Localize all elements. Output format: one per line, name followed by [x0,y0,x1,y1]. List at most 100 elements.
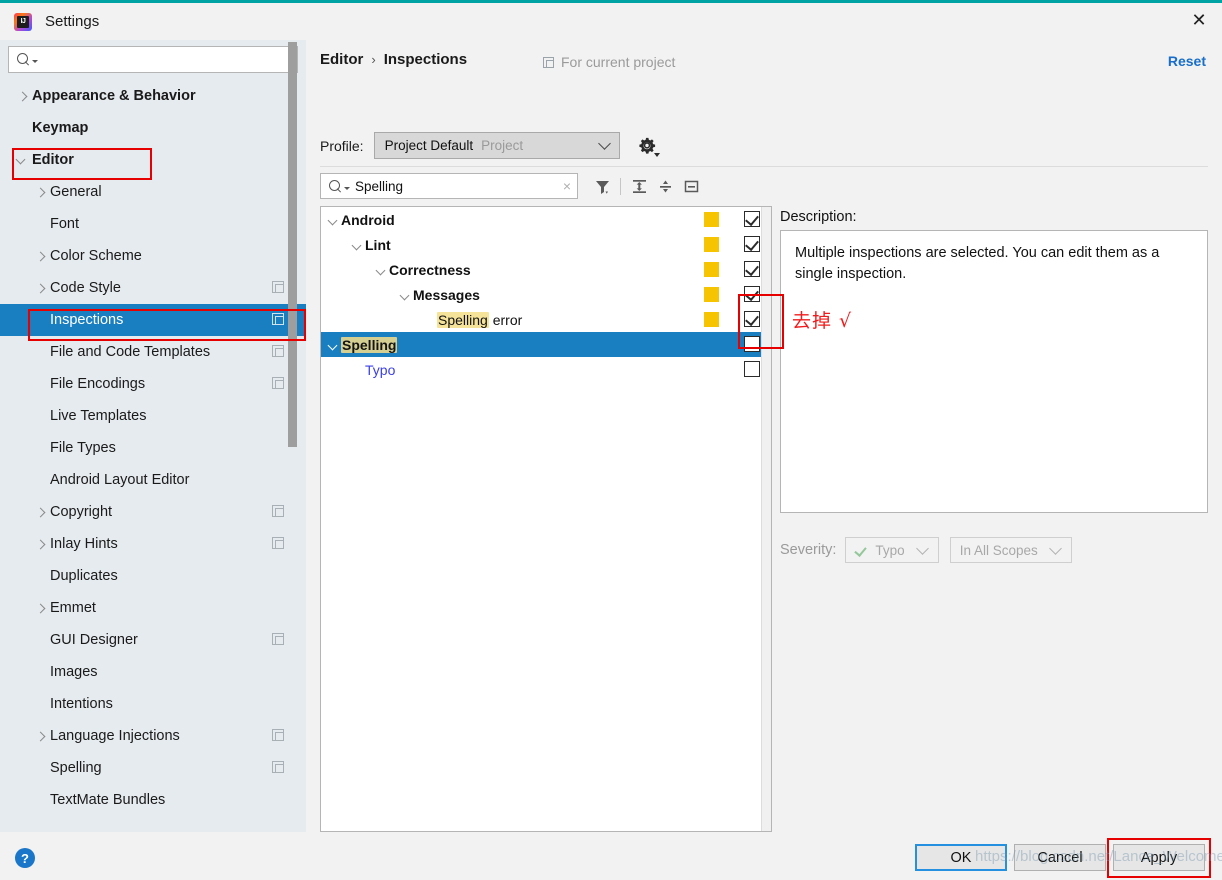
sidebar-item-file-encodings[interactable]: File Encodings [0,368,306,400]
severity-value: Typo [875,543,904,558]
sidebar-item-general[interactable]: General [0,176,306,208]
sidebar-item-label: Spelling [50,760,102,776]
sidebar-item-code-style[interactable]: Code Style [0,272,306,304]
sidebar-item-label: TextMate Bundles [50,792,165,808]
inspection-enabled-checkbox[interactable] [744,311,760,327]
sidebar-item-live-templates[interactable]: Live Templates [0,400,306,432]
breadcrumb-current: Inspections [384,51,467,68]
severity-color-swatch [704,262,719,277]
tree-node-label: Android [341,212,395,228]
sidebar-item-file-and-code-templates[interactable]: File and Code Templates [0,336,306,368]
severity-label: Severity: [780,542,836,558]
ok-button[interactable]: OK [915,844,1007,871]
severity-color-swatch [704,237,719,252]
inspection-tree[interactable]: Android Lint CorrectnessMessages Spelling e… [320,206,772,832]
sidebar-item-label: Live Templates [50,408,146,424]
sidebar-item-spelling[interactable]: Spelling [0,752,306,784]
sidebar-item-duplicates[interactable]: Duplicates [0,560,306,592]
tree-node-android[interactable]: Android [321,207,771,232]
inspection-enabled-checkbox[interactable] [744,361,760,377]
collapse-all-icon[interactable] [652,173,678,199]
gear-icon[interactable] [636,135,658,157]
copy-icon [272,505,284,517]
chevron-down-icon [32,60,38,63]
sidebar-item-emmet[interactable]: Emmet [0,592,306,624]
sidebar-item-intentions[interactable]: Intentions [0,688,306,720]
tree-node-typo[interactable]: Typo [321,357,771,382]
dialog-footer: ? OK Cancel Apply [0,832,1222,880]
sidebar-item-list: Appearance & Behavior Keymap EditorGeneral… [0,80,306,832]
inspection-enabled-checkbox[interactable] [744,261,760,277]
chevron-down-icon [1049,542,1062,555]
tree-node-spelling[interactable]: Spelling [321,332,771,357]
inspection-enabled-checkbox[interactable] [744,211,760,227]
severity-select[interactable]: Typo [845,537,938,563]
minus-box-icon[interactable] [678,173,704,199]
scope-select[interactable]: In All Scopes [950,537,1072,563]
chevron-down-icon [598,137,611,150]
sidebar-item-editor[interactable]: Editor [0,144,306,176]
sidebar-item-appearance-behavior[interactable]: Appearance & Behavior [0,80,306,112]
help-icon[interactable]: ? [15,848,35,868]
tree-node-label: Spelling error [437,312,522,328]
title-bar: IJ Settings ✕ [0,3,1222,40]
inspection-search[interactable]: × [320,173,578,199]
description-text: Multiple inspections are selected. You c… [780,230,1208,513]
sidebar-item-label: File and Code Templates [50,344,210,360]
sidebar-item-label: Appearance & Behavior [32,88,196,104]
close-icon[interactable]: ✕ [1176,3,1222,37]
sidebar-item-language-injections[interactable]: Language Injections [0,720,306,752]
sidebar-scrollbar-track[interactable] [292,40,301,792]
intellij-idea-logo: IJ [14,13,32,31]
sidebar-item-font[interactable]: Font [0,208,306,240]
tree-node-spelling[interactable]: Spelling error [321,307,771,332]
inspection-enabled-checkbox[interactable] [744,236,760,252]
tree-node-correctness[interactable]: Correctness [321,257,771,282]
copy-icon [272,377,284,389]
sidebar-item-android-layout-editor[interactable]: Android Layout Editor [0,464,306,496]
filter-icon[interactable] [589,173,615,199]
tree-node-lint[interactable]: Lint [321,232,771,257]
apply-button[interactable]: Apply [1113,844,1205,871]
copy-icon [272,281,284,293]
inspection-search-input[interactable] [355,179,559,194]
copy-icon [272,633,284,645]
sidebar-item-gui-designer[interactable]: GUI Designer [0,624,306,656]
sidebar-item-images[interactable]: Images [0,656,306,688]
expand-all-icon[interactable] [626,173,652,199]
sidebar-item-copyright[interactable]: Copyright [0,496,306,528]
window-title: Settings [45,13,99,30]
main-panel: Editor › Inspections For current project… [306,40,1222,832]
tree-scrollbar[interactable] [761,207,771,832]
severity-row: Severity: Typo In All Scopes [780,537,1072,563]
inspection-enabled-checkbox[interactable] [744,336,760,352]
breadcrumb-parent[interactable]: Editor [320,51,363,68]
clear-search-icon[interactable]: × [559,178,571,194]
reset-link[interactable]: Reset [1168,53,1206,69]
sidebar-item-file-types[interactable]: File Types [0,432,306,464]
copy-icon [272,537,284,549]
profile-select[interactable]: Project Default Project [374,132,620,159]
sidebar-item-label: GUI Designer [50,632,138,648]
tree-node-label: Lint [365,237,391,253]
sidebar-item-inlay-hints[interactable]: Inlay Hints [0,528,306,560]
cancel-button[interactable]: Cancel [1014,844,1106,871]
green-check-icon [855,545,868,556]
search-match-highlight: Spelling [437,312,489,328]
sidebar-item-inspections[interactable]: Inspections [0,304,306,336]
sidebar-scrollbar-thumb[interactable] [288,42,297,447]
tree-node-messages[interactable]: Messages [321,282,771,307]
sidebar-item-label: Keymap [32,120,88,136]
settings-sidebar: Appearance & Behavior Keymap EditorGeneral… [0,40,306,832]
inspection-enabled-checkbox[interactable] [744,286,760,302]
sidebar-item-textmate-bundles[interactable]: TextMate Bundles [0,784,306,816]
sidebar-search-input[interactable] [43,52,297,67]
copy-icon [543,57,554,68]
search-icon [17,53,30,66]
sidebar-item-label: Font [50,216,79,232]
sidebar-item-color-scheme[interactable]: Color Scheme [0,240,306,272]
sidebar-item-label: Language Injections [50,728,180,744]
header-divider [320,166,1208,167]
sidebar-item-keymap[interactable]: Keymap [0,112,306,144]
sidebar-search[interactable] [8,46,298,73]
